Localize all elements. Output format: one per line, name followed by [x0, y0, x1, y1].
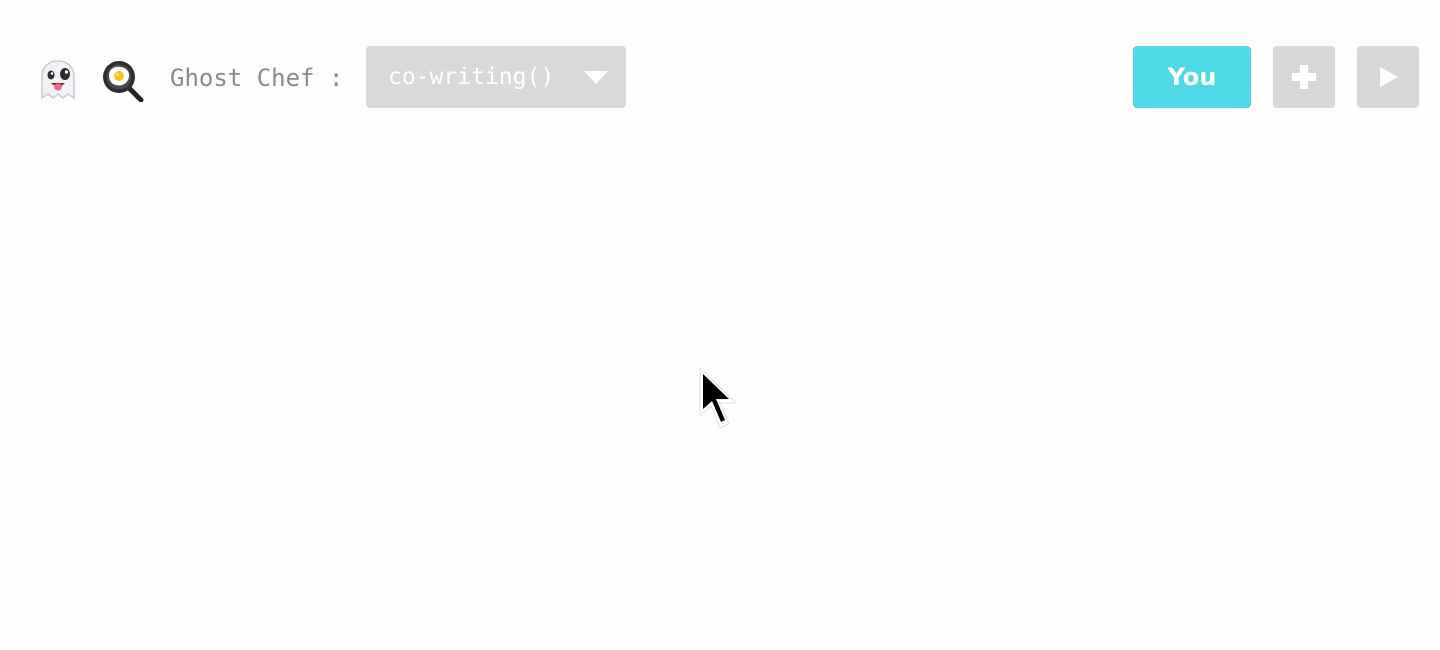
chevron-down-icon [584, 71, 608, 84]
mode-dropdown[interactable]: co-writing() [366, 46, 626, 108]
app-title-label: Ghost Chef : [170, 64, 344, 92]
you-button[interactable]: You [1133, 46, 1251, 108]
frying-pan-icon [103, 61, 144, 102]
top-toolbar: Ghost Chef : co-writing() You [0, 0, 1440, 155]
plus-icon [1292, 65, 1316, 89]
ghost-chef-app: Ghost Chef : co-writing() You [0, 0, 1440, 650]
mode-dropdown-value: co-writing() [388, 64, 555, 90]
mouse-pointer-icon [699, 366, 738, 429]
ghost-icon [41, 60, 75, 100]
play-icon [1380, 67, 1398, 87]
add-button[interactable] [1273, 46, 1335, 108]
play-button[interactable] [1357, 46, 1419, 108]
